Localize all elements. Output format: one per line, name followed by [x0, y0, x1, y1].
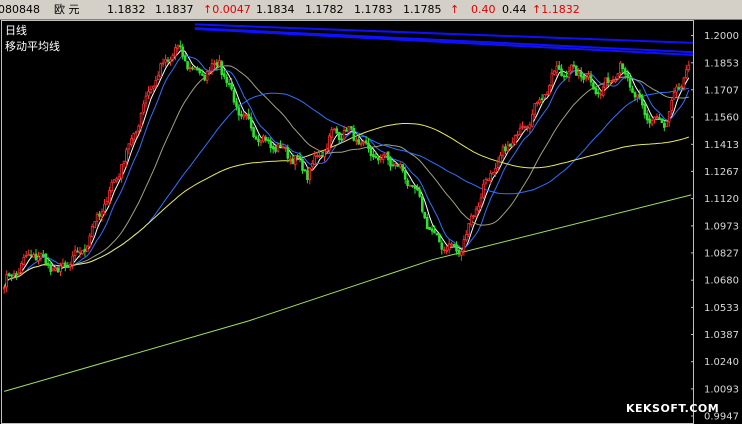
candle-198 — [486, 178, 490, 182]
change-value: ↑0.0047 — [203, 3, 251, 16]
candle-269 — [660, 118, 664, 124]
candle-37 — [93, 221, 97, 229]
candle-133 — [328, 133, 331, 153]
quote-bar: 080848 欧 元 1.1832 1.1837 ↑0.0047 1.1834 … — [0, 0, 742, 20]
candle-200 — [491, 172, 495, 175]
candle-234 — [575, 65, 578, 76]
amplitude: 0.44 — [502, 3, 527, 16]
candle-45 — [112, 179, 116, 183]
y-tick-label: 1.1120 — [704, 194, 739, 205]
candle-271 — [665, 120, 669, 127]
candle-75 — [186, 60, 189, 71]
candle-174 — [428, 226, 431, 231]
y-tick-label: 1.0093 — [704, 384, 739, 395]
y-tick-label: 1.0973 — [704, 221, 739, 232]
indicator-label: 移动平均线 — [5, 39, 60, 53]
candle-251 — [616, 72, 620, 81]
bid-price: 1.1785 — [403, 3, 442, 16]
candle-141 — [347, 126, 351, 133]
price-chart[interactable]: 1.2000 1.1853 1.1707 1.1560 1.1413 1.1267 1.11… — [0, 20, 742, 424]
candle-171 — [420, 194, 424, 214]
y-tick-label: 1.0680 — [704, 276, 739, 287]
y-tick-label: 1.1267 — [704, 167, 739, 178]
prev-close: 1.1783 — [354, 3, 393, 16]
candle-223 — [548, 84, 551, 97]
candle-7 — [19, 261, 23, 275]
change-percent: 0.40 — [471, 3, 496, 16]
candle-178 — [438, 233, 441, 243]
candle-207 — [508, 143, 512, 147]
y-tick-label: 1.2000 — [704, 31, 739, 42]
watermark-logo: KEKSOFT.COM — [626, 402, 720, 415]
candle-102 — [252, 126, 255, 138]
y-tick-label: 1.0240 — [704, 357, 739, 368]
candle-17 — [44, 253, 48, 266]
chart-window: 080848 欧 元 1.1832 1.1837 ↑0.0047 1.1834 … — [0, 0, 742, 424]
candle-82 — [203, 74, 207, 82]
y-tick-label: 1.1853 — [704, 58, 739, 69]
close-marker: ↑1.1832 — [532, 3, 580, 16]
y-tick-label: 1.0387 — [704, 330, 739, 341]
candle-246 — [604, 77, 607, 90]
high-price: 1.1837 — [155, 3, 194, 16]
y-tick-label: 1.0533 — [704, 303, 739, 314]
y-tick-label: 1.1707 — [704, 85, 739, 96]
candle-64 — [159, 62, 163, 77]
last-price: 1.1834 — [256, 3, 295, 16]
y-tick-label: 1.0827 — [704, 248, 739, 259]
candle-209 — [513, 134, 517, 145]
y-tick-label: 1.1413 — [704, 140, 739, 151]
instrument-name: 欧 元 — [54, 3, 80, 16]
candle-172 — [423, 211, 426, 219]
instrument-code: 080848 — [0, 3, 40, 16]
candle-112 — [276, 143, 280, 153]
candle-34 — [86, 245, 89, 253]
low-price: 1.1782 — [305, 3, 344, 16]
open-price: 1.1832 — [107, 3, 146, 16]
direction-arrow-icon: ↑ — [450, 3, 460, 16]
y-tick-label: 1.1560 — [704, 113, 739, 124]
period-label: 日线 — [5, 23, 27, 37]
